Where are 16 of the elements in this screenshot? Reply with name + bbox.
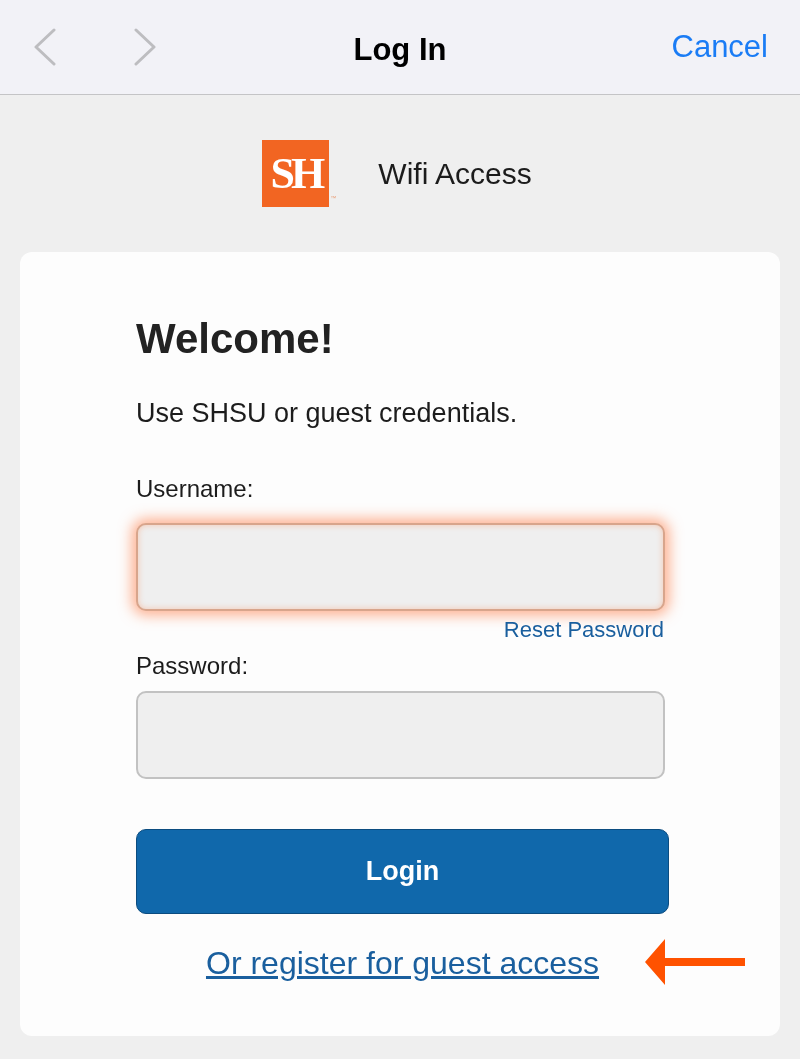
login-button[interactable]: Login — [136, 829, 669, 914]
field-label: Password: — [136, 651, 249, 681]
reset-password-link[interactable]: Reset Password — [503, 617, 664, 643]
logo-letters: SH — [270, 151, 322, 196]
field-label: Username: — [136, 474, 254, 504]
password-field[interactable] — [136, 691, 665, 779]
cancel-button[interactable]: Cancel — [671, 27, 768, 67]
welcome-heading: Welcome! — [136, 314, 334, 364]
register-link[interactable]: Or register for guest access — [206, 943, 599, 983]
pointer-arrow-icon — [645, 939, 745, 985]
chevron-right-icon — [134, 28, 156, 66]
app-title: Wifi Access — [378, 155, 532, 192]
username-field[interactable] — [136, 523, 665, 611]
page-title: Log In — [353, 32, 447, 67]
instruction-text: Use SHSU or guest credentials. — [136, 397, 518, 430]
chevron-left-icon — [34, 28, 56, 66]
